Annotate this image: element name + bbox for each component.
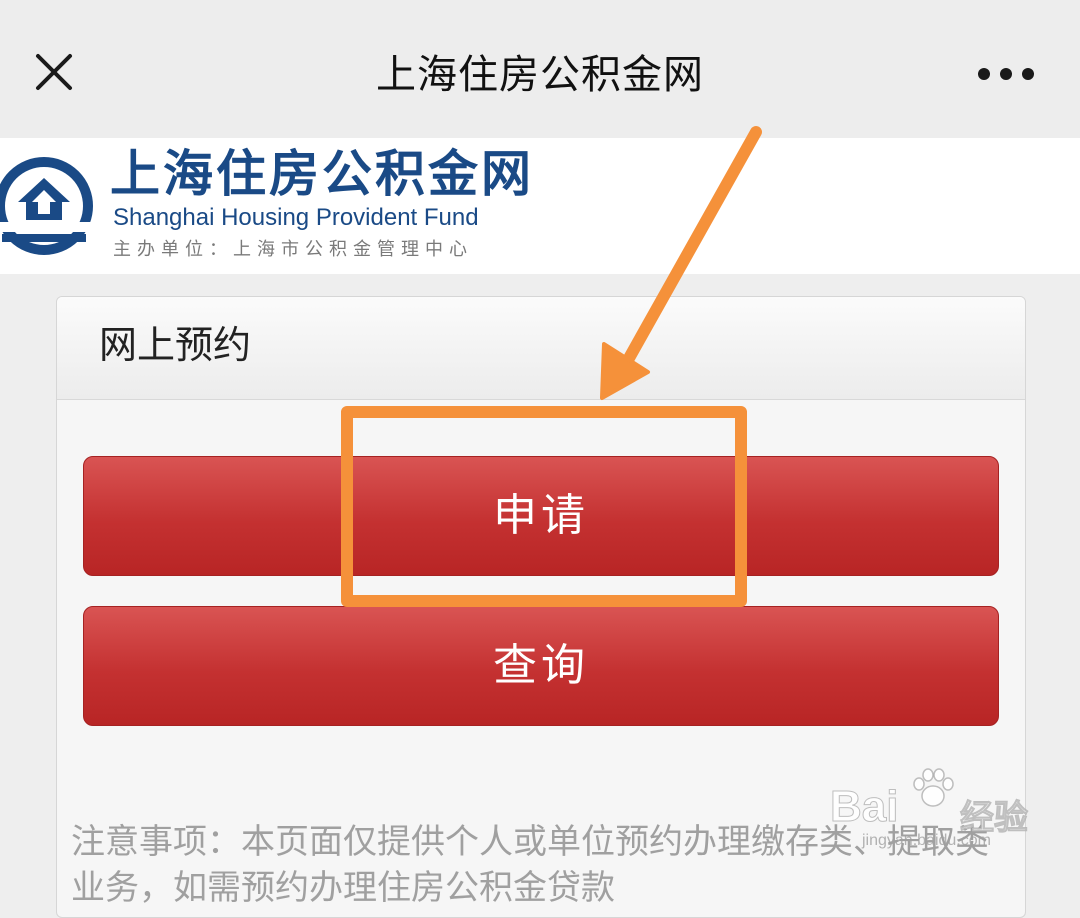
panel-header: 网上预约 [57,297,1025,400]
paw-icon [913,768,954,807]
close-icon [36,54,72,90]
house-circle-logo [0,157,96,255]
watermark: Bai 经验 jingyan.baidu.com [826,764,1036,854]
sponsor-text: 主办单位：上海市公积金管理中心 [113,239,473,260]
site-name-en: Shanghai Housing Provident Fund [113,204,479,231]
watermark-brand: Bai [829,782,899,832]
query-button[interactable]: 查询 [83,606,999,726]
page-title: 上海住房公积金网 [376,52,704,98]
panel-title: 网上预约 [99,323,252,367]
apply-button[interactable]: 申请 [83,456,999,576]
more-menu-button[interactable] [966,52,1046,96]
title-bar: 上海住房公积金网 [0,0,1080,138]
watermark-url: jingyan.baidu.com [862,832,991,849]
close-button[interactable] [24,42,84,102]
site-name-cn: 上海住房公积金网 [110,145,534,203]
more-horizontal-icon [978,68,1034,80]
site-banner: 上海住房公积金网 Shanghai Housing Provident Fund… [0,138,1080,274]
